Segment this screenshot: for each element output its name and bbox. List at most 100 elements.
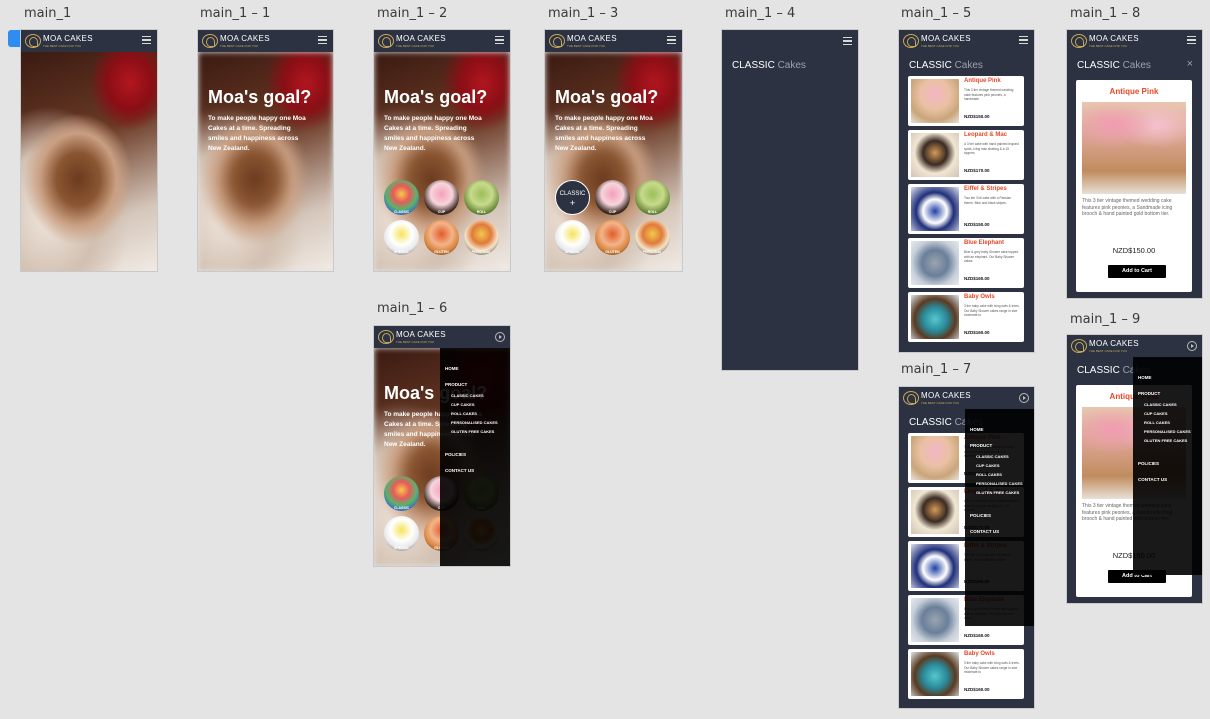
artboard-main-1-5[interactable]: MOA CAKES THE BEST CAKE FOR YOU CLASSIC … [899,30,1034,352]
menu-item-gluten-free-cakes[interactable]: GLUTEN FREE CAKES [976,490,1019,495]
artboard-main-1[interactable]: MOA CAKES THE BEST CAKE FOR YOU [21,30,157,271]
category-personal[interactable]: PERSONAL [635,220,670,255]
brand-name: MOA CAKES [396,34,446,43]
menu-item-policies[interactable]: POLICIES [445,452,466,457]
hero-text: To make people happy one Moa Cakes at a … [384,115,482,152]
product-card[interactable]: Leopard & Mac A 3 tier cake with hand pa… [908,130,1024,180]
detail-image [1082,102,1186,194]
category-gluten[interactable]: GLUTEN [595,220,630,255]
hero-image [21,52,157,271]
menu-item-product[interactable]: PRODUCT [445,382,467,387]
menu-item-gluten-free-cakes[interactable]: GLUTEN FREE CAKES [451,429,494,434]
menu-collapse-icon[interactable] [1187,341,1197,351]
logo-icon [25,34,41,48]
category-special[interactable]: SPECIAL [384,220,419,255]
menu-item-home[interactable]: HOME [445,366,459,371]
logo-icon [903,391,919,405]
product-detail: Antique Pink This 3 tier vintage themed … [1076,80,1192,292]
artboard-label-main-1-1[interactable]: main_1 – 1 [200,6,270,21]
brand-tagline: THE BEST CAKE FOR YOU [1089,44,1128,48]
menu-item-cup-cakes[interactable]: CUP CAKES [1144,411,1168,416]
product-image [911,598,959,642]
brand-tagline: THE BEST CAKE FOR YOU [220,44,259,48]
product-card[interactable]: Antique Pink This 3 tier vintage themed … [908,76,1024,126]
product-image [911,652,959,696]
close-icon[interactable]: × [1187,58,1193,70]
category-gluten[interactable]: GLUTEN [424,220,459,255]
brand-name: MOA CAKES [396,330,446,339]
menu-item-roll-cakes[interactable]: ROLL CAKES [451,411,477,416]
menu-item-roll-cakes[interactable]: ROLL CAKES [1144,420,1170,425]
hamburger-menu-icon[interactable] [843,37,852,45]
artboard-label-main-1-5[interactable]: main_1 – 5 [901,6,971,21]
hamburger-menu-icon[interactable] [142,36,151,44]
menu-item-policies[interactable]: POLICIES [970,513,991,518]
menu-item-roll-cakes[interactable]: ROLL CAKES [976,472,1002,477]
product-image [911,295,959,339]
menu-item-cup-cakes[interactable]: CUP CAKES [451,402,475,407]
menu-item-classic-cakes[interactable]: CLASSIC CAKES [451,393,484,398]
category-cup[interactable]: CUP [424,180,459,215]
category-roll[interactable]: ROLL [635,180,670,215]
brand-tagline: THE BEST CAKE FOR YOU [396,44,435,48]
category-special[interactable]: SPECIAL [384,516,419,551]
category-cup[interactable]: CUP [595,180,630,215]
menu-collapse-icon[interactable] [1019,393,1029,403]
menu-item-contact-us[interactable]: CONTACT US [970,529,999,534]
artboard-label-main-1-4[interactable]: main_1 – 4 [725,6,795,21]
hamburger-menu-icon[interactable] [1187,36,1196,44]
hero-image-blurred [198,52,333,271]
artboard-main-1-3[interactable]: MOA CAKES THE BEST CAKE FOR YOU Moa's go… [545,30,682,271]
menu-collapse-icon[interactable] [495,332,505,342]
menu-item-home[interactable]: HOME [1138,375,1152,380]
artboard-main-1-2[interactable]: MOA CAKES THE BEST CAKE FOR YOU Moa's go… [374,30,510,271]
artboard-main-1-6[interactable]: MOA CAKES THE BEST CAKE FOR YOU Moa's go… [374,326,510,566]
menu-item-classic-cakes[interactable]: CLASSIC CAKES [976,454,1009,459]
category-roll[interactable]: ROLL [464,180,499,215]
category-classic-selected[interactable]: CLASSIC + [555,180,590,215]
menu-item-personalised-cakes[interactable]: PERSONALISED CAKES [1144,429,1191,434]
hamburger-menu-icon[interactable] [495,36,504,44]
artboard-label-main-1-9[interactable]: main_1 – 9 [1070,312,1140,327]
menu-item-policies[interactable]: POLICIES [1138,461,1159,466]
product-card[interactable]: Baby Owls 3 tier baby cake with icing ow… [908,649,1024,699]
artboard-label-main-1-3[interactable]: main_1 – 3 [548,6,618,21]
hamburger-menu-icon[interactable] [1019,36,1028,44]
hero-title: Moa's goal? [384,87,488,107]
artboard-label-main-1-7[interactable]: main_1 – 7 [901,362,971,377]
artboard-label-main-1-8[interactable]: main_1 – 8 [1070,6,1140,21]
product-image [911,241,959,285]
artboard-label-main-1-6[interactable]: main_1 – 6 [377,301,447,316]
artboard-main-1-8[interactable]: MOA CAKES THE BEST CAKE FOR YOU CLASSIC … [1067,30,1202,298]
product-image [911,187,959,231]
product-image [911,133,959,177]
product-card[interactable]: Blue Elephant Blue & grey baby Shower ca… [908,238,1024,288]
product-card[interactable]: Eiffel & Stripes Two tier 3'x6 cake with… [908,184,1024,234]
artboard-main-1-9[interactable]: MOA CAKES THE BEST CAKE FOR YOU CLASSIC … [1067,335,1202,603]
header-bar: MOA CAKES THE BEST CAKE FOR YOU [899,30,1034,52]
artboard-label-main-1[interactable]: main_1 [24,6,71,21]
menu-item-product[interactable]: PRODUCT [970,443,992,448]
category-classic[interactable]: CLASSIC [384,476,419,511]
add-to-cart-button[interactable]: Add to Cart [1108,265,1166,278]
menu-item-personalised-cakes[interactable]: PERSONALISED CAKES [976,481,1023,486]
menu-item-home[interactable]: HOME [970,427,984,432]
artboard-main-1-7[interactable]: MOA CAKES THE BEST CAKE FOR YOU CLASSIC … [899,387,1034,708]
artboard-main-1-4[interactable]: CLASSIC Cakes [722,30,858,370]
menu-item-product[interactable]: PRODUCT [1138,391,1160,396]
brand-tagline: THE BEST CAKE FOR YOU [396,340,435,344]
hamburger-menu-icon[interactable] [318,36,327,44]
artboard-label-main-1-2[interactable]: main_1 – 2 [377,6,447,21]
product-card[interactable]: Baby Owls 3 tier baby cake with icing ow… [908,292,1024,342]
category-personal[interactable]: PERSONAL [464,220,499,255]
menu-item-classic-cakes[interactable]: CLASSIC CAKES [1144,402,1177,407]
artboard-main-1-1[interactable]: MOA CAKES THE BEST CAKE FOR YOU Moa's go… [198,30,333,271]
menu-item-contact-us[interactable]: CONTACT US [445,468,474,473]
category-special[interactable]: SPECIAL [555,220,590,255]
menu-item-gluten-free-cakes[interactable]: GLUTEN FREE CAKES [1144,438,1187,443]
hamburger-menu-icon[interactable] [667,36,676,44]
menu-item-personalised-cakes[interactable]: PERSONALISED CAKES [451,420,498,425]
category-classic[interactable]: CLASSIC [384,180,419,215]
menu-item-contact-us[interactable]: CONTACT US [1138,477,1167,482]
menu-item-cup-cakes[interactable]: CUP CAKES [976,463,1000,468]
